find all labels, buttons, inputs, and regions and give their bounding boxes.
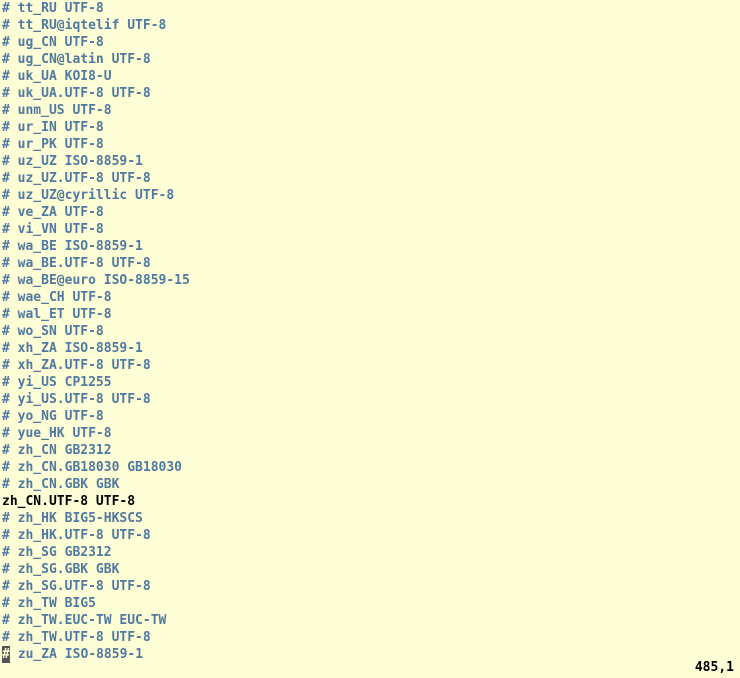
editor-line[interactable]: # zh_CN.GBK GBK (2, 476, 740, 493)
line-text: # vi_VN UTF-8 (2, 222, 104, 237)
editor-line[interactable]: # zh_TW BIG5 (2, 595, 740, 612)
line-text: # ur_PK UTF-8 (2, 137, 104, 152)
line-text: # yi_US CP1255 (2, 375, 112, 390)
line-text: # uz_UZ@cyrillic UTF-8 (2, 188, 174, 203)
editor-line[interactable]: # wae_CH UTF-8 (2, 289, 740, 306)
editor-line[interactable]: # yi_US.UTF-8 UTF-8 (2, 391, 740, 408)
line-text: # yo_NG UTF-8 (2, 409, 104, 424)
line-text: # ur_IN UTF-8 (2, 120, 104, 135)
editor-line[interactable]: # ug_CN@latin UTF-8 (2, 51, 740, 68)
line-text: # uz_UZ.UTF-8 UTF-8 (2, 171, 151, 186)
line-text: # uz_UZ ISO-8859-1 (2, 154, 143, 169)
line-text: # tt_RU@iqtelif UTF-8 (2, 18, 166, 33)
editor-line[interactable]: # wa_BE@euro ISO-8859-15 (2, 272, 740, 289)
line-text: # yue_HK UTF-8 (2, 426, 112, 441)
line-text: # zh_SG.GBK GBK (2, 562, 119, 577)
line-text: # uk_UA.UTF-8 UTF-8 (2, 86, 151, 101)
editor-line[interactable]: # zh_TW.EUC-TW EUC-TW (2, 612, 740, 629)
line-text: # unm_US UTF-8 (2, 103, 112, 118)
line-text: # zh_TW BIG5 (2, 596, 96, 611)
line-text: # wa_BE ISO-8859-1 (2, 239, 143, 254)
line-text: # wo_SN UTF-8 (2, 324, 104, 339)
editor-line[interactable]: # yo_NG UTF-8 (2, 408, 740, 425)
editor-line[interactable]: # zh_SG GB2312 (2, 544, 740, 561)
line-text: # zh_HK.UTF-8 UTF-8 (2, 528, 151, 543)
editor-line[interactable]: # xh_ZA.UTF-8 UTF-8 (2, 357, 740, 374)
editor-line[interactable]: # wo_SN UTF-8 (2, 323, 740, 340)
editor-line[interactable]: # wal_ET UTF-8 (2, 306, 740, 323)
text-editor[interactable]: # tt_RU UTF-8 # tt_RU@iqtelif UTF-8 # ug_C… (0, 0, 740, 678)
editor-line[interactable]: # tt_RU UTF-8 (2, 0, 740, 17)
editor-line[interactable]: # zh_HK.UTF-8 UTF-8 (2, 527, 740, 544)
status-position: 485,1 (695, 659, 734, 676)
line-text: # zh_SG GB2312 (2, 545, 112, 560)
line-text: # zh_CN GB2312 (2, 443, 112, 458)
editor-line[interactable]: # vi_VN UTF-8 (2, 221, 740, 238)
line-text: # wa_BE@euro ISO-8859-15 (2, 273, 190, 288)
editor-line[interactable]: # zu_ZA ISO-8859-1 (2, 646, 740, 663)
line-text: # wal_ET UTF-8 (2, 307, 112, 322)
editor-line[interactable]: # zh_SG.GBK GBK (2, 561, 740, 578)
editor-line[interactable]: # uz_UZ ISO-8859-1 (2, 153, 740, 170)
editor-line[interactable]: # yi_US CP1255 (2, 374, 740, 391)
line-text: # tt_RU UTF-8 (2, 1, 104, 16)
editor-line[interactable]: # tt_RU@iqtelif UTF-8 (2, 17, 740, 34)
editor-line[interactable]: # ur_IN UTF-8 (2, 119, 740, 136)
editor-line[interactable]: # unm_US UTF-8 (2, 102, 740, 119)
line-text: # wa_BE.UTF-8 UTF-8 (2, 256, 151, 271)
line-text: # yi_US.UTF-8 UTF-8 (2, 392, 151, 407)
line-text: # xh_ZA ISO-8859-1 (2, 341, 143, 356)
line-text: # xh_ZA.UTF-8 UTF-8 (2, 358, 151, 373)
cursor: # (2, 646, 10, 663)
editor-line[interactable]: # zh_CN.GB18030 GB18030 (2, 459, 740, 476)
line-text: # ug_CN@latin UTF-8 (2, 52, 151, 67)
line-text: # zh_HK BIG5-HKSCS (2, 511, 143, 526)
editor-line[interactable]: # xh_ZA ISO-8859-1 (2, 340, 740, 357)
editor-line[interactable]: # wa_BE.UTF-8 UTF-8 (2, 255, 740, 272)
line-text: # ve_ZA UTF-8 (2, 205, 104, 220)
line-text: # zh_TW.UTF-8 UTF-8 (2, 630, 151, 645)
editor-line[interactable]: # uz_UZ@cyrillic UTF-8 (2, 187, 740, 204)
editor-line[interactable]: # zh_TW.UTF-8 UTF-8 (2, 629, 740, 646)
editor-line[interactable]: # zh_CN GB2312 (2, 442, 740, 459)
line-text: # zh_SG.UTF-8 UTF-8 (2, 579, 151, 594)
editor-line[interactable]: # zh_SG.UTF-8 UTF-8 (2, 578, 740, 595)
line-text: # zh_CN.GBK GBK (2, 477, 119, 492)
editor-line[interactable]: # wa_BE ISO-8859-1 (2, 238, 740, 255)
editor-line[interactable]: # zh_HK BIG5-HKSCS (2, 510, 740, 527)
editor-line[interactable]: # ur_PK UTF-8 (2, 136, 740, 153)
editor-line[interactable]: # ve_ZA UTF-8 (2, 204, 740, 221)
line-text: # zh_TW.EUC-TW EUC-TW (2, 613, 166, 628)
editor-line[interactable]: # uk_UA KOI8-U (2, 68, 740, 85)
line-text: # uk_UA KOI8-U (2, 69, 112, 84)
editor-line[interactable]: # ug_CN UTF-8 (2, 34, 740, 51)
editor-line[interactable]: # yue_HK UTF-8 (2, 425, 740, 442)
line-text: # ug_CN UTF-8 (2, 35, 104, 50)
line-text: zu_ZA ISO-8859-1 (10, 647, 143, 662)
line-text: zh_CN.UTF-8 UTF-8 (2, 494, 135, 509)
editor-content[interactable]: # tt_RU UTF-8 # tt_RU@iqtelif UTF-8 # ug_C… (0, 0, 740, 663)
editor-line[interactable]: # uz_UZ.UTF-8 UTF-8 (2, 170, 740, 187)
line-text: # wae_CH UTF-8 (2, 290, 112, 305)
line-text: # zh_CN.GB18030 GB18030 (2, 460, 182, 475)
editor-line[interactable]: # uk_UA.UTF-8 UTF-8 (2, 85, 740, 102)
editor-line[interactable]: zh_CN.UTF-8 UTF-8 (2, 493, 740, 510)
